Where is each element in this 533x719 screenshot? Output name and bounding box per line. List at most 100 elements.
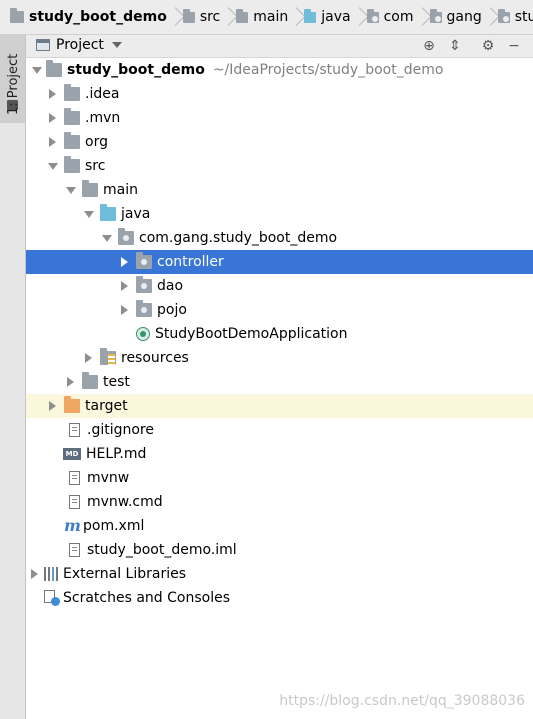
text-file-icon (69, 423, 80, 437)
watermark-text: https://blog.csdn.net/qq_39088036 (279, 693, 525, 709)
expand-arrow-icon[interactable] (48, 161, 58, 171)
expand-arrow-icon[interactable] (120, 257, 128, 267)
locate-icon[interactable]: ⊕ (420, 37, 438, 55)
module-icon (10, 8, 24, 23)
package-icon (136, 276, 152, 293)
project-path: ~/IdeaProjects/study_boot_demo (212, 62, 444, 78)
folder-icon (82, 180, 98, 197)
gear-icon[interactable]: ⚙ (479, 37, 497, 55)
tree-node-label: com.gang.study_boot_demo (139, 230, 338, 246)
folder-icon (64, 108, 80, 125)
project-view-title[interactable]: Project (56, 37, 104, 53)
tree-node-org[interactable]: org (26, 130, 533, 154)
tree-node-label: test (103, 374, 130, 390)
spring-boot-class-icon (136, 327, 150, 341)
tree-node-controller[interactable]: controller (26, 250, 533, 274)
breadcrumb: study_boot_demo src main java com gang s… (0, 0, 533, 35)
tree-node-help[interactable]: MD HELP.md (26, 442, 533, 466)
tree-node-dao[interactable]: dao (26, 274, 533, 298)
tree-node-label: External Libraries (63, 566, 186, 582)
tree-node-label: target (85, 398, 128, 414)
folder-icon (82, 372, 98, 389)
tree-node-src[interactable]: src (26, 154, 533, 178)
tree-node-label: study_boot_demo.iml (87, 542, 237, 558)
tree-node-java[interactable]: java (26, 202, 533, 226)
maven-icon: m (64, 516, 81, 535)
tree-node-label: pojo (157, 302, 187, 318)
expand-arrow-icon[interactable] (48, 89, 56, 99)
expand-arrow-icon[interactable] (120, 281, 128, 291)
breadcrumb-label: src (199, 9, 221, 25)
tree-node-label: org (85, 134, 108, 150)
tree-node-iml[interactable]: study_boot_demo.iml (26, 538, 533, 562)
expand-arrow-icon[interactable] (48, 113, 56, 123)
tree-node-application[interactable]: StudyBootDemoApplication (26, 322, 533, 346)
package-icon (429, 8, 442, 23)
folder-icon (236, 8, 249, 23)
tree-node-gitignore[interactable]: .gitignore (26, 418, 533, 442)
breadcrumb-item-main[interactable]: main (226, 0, 288, 34)
breadcrumb-label: com (383, 9, 414, 25)
project-panel-header: Project ⊕ ⇕ ⚙ − (26, 35, 533, 58)
tree-node-label: mvnw.cmd (87, 494, 163, 510)
tree-node-package[interactable]: com.gang.study_boot_demo (26, 226, 533, 250)
tree-node-external-libraries[interactable]: External Libraries (26, 562, 533, 586)
project-tool-tab-label: 1: Project (6, 53, 21, 115)
tree-node-mvnw-cmd[interactable]: mvnw.cmd (26, 490, 533, 514)
tree-node-mvnw[interactable]: mvnw (26, 466, 533, 490)
tree-node-label: dao (157, 278, 184, 294)
hide-icon[interactable]: − (505, 37, 523, 55)
expand-arrow-icon[interactable] (48, 401, 56, 411)
project-tool-tab[interactable]: 1: Project (0, 35, 25, 123)
folder-icon (182, 8, 195, 23)
tree-node-main[interactable]: main (26, 178, 533, 202)
expand-arrow-icon[interactable] (32, 65, 42, 75)
chevron-down-icon[interactable] (112, 42, 122, 48)
tree-node-label: study_boot_demo (67, 62, 205, 78)
markdown-file-icon: MD (63, 448, 81, 460)
tree-node-resources[interactable]: resources (26, 346, 533, 370)
source-folder-icon (100, 204, 116, 221)
tree-node-label: HELP.md (86, 446, 147, 462)
tree-node-scratches[interactable]: Scratches and Consoles (26, 586, 533, 610)
tree-node-label: resources (121, 350, 189, 366)
breadcrumb-label: java (321, 9, 351, 25)
expand-arrow-icon[interactable] (66, 185, 76, 195)
package-icon (136, 252, 152, 269)
tree-node-label: StudyBootDemoApplication (155, 326, 348, 342)
scratches-icon (44, 590, 60, 606)
tree-node-label: .mvn (85, 110, 121, 126)
tree-node-pojo[interactable]: pojo (26, 298, 533, 322)
tree-node-target[interactable]: target (26, 394, 533, 418)
expand-arrow-icon[interactable] (48, 137, 56, 147)
package-icon (136, 300, 152, 317)
tree-node-mvn[interactable]: .mvn (26, 106, 533, 130)
breadcrumb-label: study_boot_demo (29, 9, 167, 25)
expand-arrow-icon[interactable] (66, 377, 74, 387)
text-file-icon (69, 471, 80, 485)
package-icon (497, 8, 510, 23)
tree-node-label: controller (157, 254, 224, 270)
expand-arrow-icon[interactable] (84, 353, 92, 363)
tree-node-root[interactable]: study_boot_demo ~/IdeaProjects/study_boo… (26, 58, 533, 82)
tree-node-pom[interactable]: m pom.xml (26, 514, 533, 538)
expand-arrow-icon[interactable] (120, 305, 128, 315)
project-view-icon (36, 39, 50, 51)
package-icon (118, 228, 134, 245)
source-folder-icon (304, 8, 317, 23)
tree-node-label: .idea (85, 86, 120, 102)
excluded-folder-icon (64, 396, 80, 413)
breadcrumb-label: gang (446, 9, 482, 25)
tree-node-test[interactable]: test (26, 370, 533, 394)
folder-icon (64, 156, 80, 173)
breadcrumb-item-module[interactable]: study_boot_demo (0, 0, 167, 34)
expand-arrow-icon[interactable] (84, 209, 94, 219)
tree-node-idea[interactable]: .idea (26, 82, 533, 106)
project-tree: study_boot_demo ~/IdeaProjects/study_boo… (26, 58, 533, 719)
text-file-icon (69, 495, 80, 509)
tree-node-label: pom.xml (83, 518, 145, 534)
expand-arrow-icon[interactable] (102, 233, 112, 243)
expand-arrow-icon[interactable] (30, 569, 38, 579)
breadcrumb-label: study_b (514, 9, 533, 25)
collapse-all-icon[interactable]: ⇕ (446, 37, 464, 55)
